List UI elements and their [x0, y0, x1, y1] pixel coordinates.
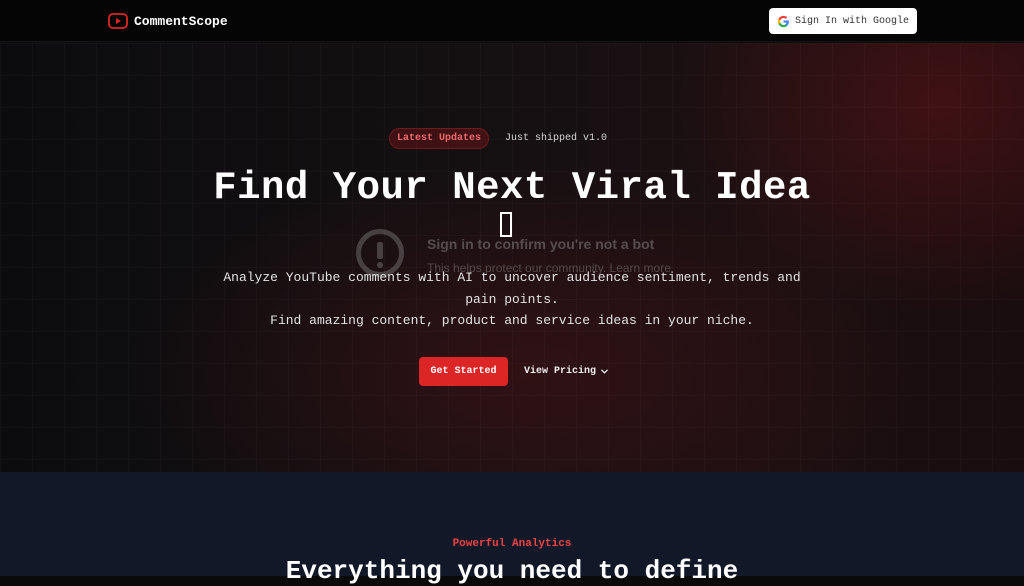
- youtube-play-icon: [108, 13, 128, 29]
- features-eyebrow: Powerful Analytics: [452, 538, 572, 550]
- hero-headline: Find Your Next Viral Idea: [213, 166, 811, 210]
- hero-subtitle: Analyze YouTube comments with AI to unco…: [212, 267, 812, 332]
- top-navbar: CommentScope Sign In with Google: [0, 0, 1024, 42]
- view-pricing-label: View Pricing: [524, 366, 597, 377]
- signin-label: Sign In with Google: [794, 15, 910, 27]
- release-note: Just shipped v1.0: [504, 133, 608, 144]
- hero-section: Latest Updates Just shipped v1.0 Find Yo…: [0, 43, 1024, 472]
- hero-cta-row: Get Started View Pricing: [419, 357, 609, 386]
- chevron-down-icon: [601, 369, 608, 374]
- latest-updates-badge[interactable]: Latest Updates: [388, 128, 489, 149]
- brand-name: CommentScope: [134, 13, 228, 29]
- features-section: Powerful Analytics Everything you need t…: [0, 472, 1024, 586]
- update-badge-row: Latest Updates Just shipped v1.0: [0, 128, 1024, 149]
- google-g-icon: [777, 15, 789, 27]
- brand-logo[interactable]: CommentScope: [108, 11, 228, 31]
- view-pricing-button[interactable]: View Pricing: [524, 366, 609, 377]
- google-signin-button[interactable]: Sign In with Google: [769, 8, 917, 34]
- bot-check-title: Sign in to confirm you're not a bot: [427, 236, 655, 252]
- hero-subtitle-line1: Analyze YouTube comments with AI to unco…: [223, 270, 801, 307]
- get-started-button[interactable]: Get Started: [419, 357, 508, 386]
- features-title: Everything you need to define: [285, 556, 739, 586]
- hero-subtitle-line2: Find amazing content, product and servic…: [270, 313, 754, 328]
